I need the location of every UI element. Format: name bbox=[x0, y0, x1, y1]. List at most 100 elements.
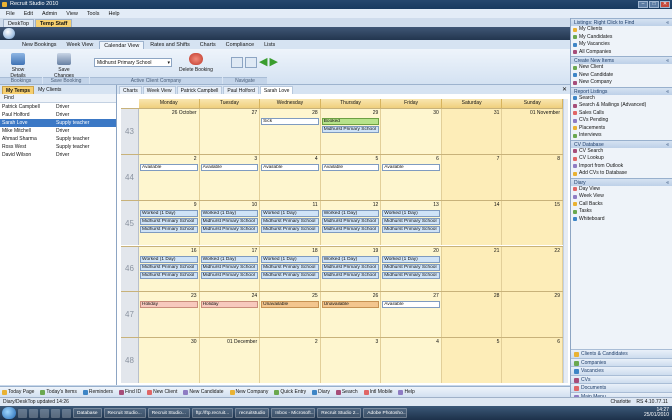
section-header-listings-right-click-to-find[interactable]: Listings: Right Click to Find « bbox=[571, 18, 672, 26]
section-header-create-new-items[interactable]: Create New Items « bbox=[571, 56, 672, 64]
temp-row[interactable]: Patrick Campbell Driver bbox=[0, 103, 116, 111]
minimize-button[interactable]: – bbox=[638, 1, 648, 8]
toolbar-intl-mobile[interactable]: Intl Mobile bbox=[363, 389, 392, 395]
nav-item-search[interactable]: Search bbox=[571, 95, 672, 103]
taskbar-item-recruit-studio[interactable]: Recruit Studio... bbox=[103, 408, 146, 418]
day-cell[interactable]: 24 Holiday bbox=[199, 292, 261, 338]
day-cell[interactable]: 01 November bbox=[502, 109, 563, 154]
day-cell[interactable]: 29 bbox=[502, 292, 563, 338]
find-bar[interactable]: Find bbox=[0, 94, 116, 103]
day-cell[interactable]: 01 December bbox=[199, 338, 261, 383]
quicklaunch-icon[interactable] bbox=[18, 408, 27, 418]
nav-item-sales-calls[interactable]: Sales Calls bbox=[571, 110, 672, 118]
day-cell[interactable]: 18 Worked (1 Day) Midhurst Primary School M… bbox=[260, 246, 321, 292]
menu-tools[interactable]: Tools bbox=[87, 11, 100, 17]
quicklaunch-icon[interactable] bbox=[51, 408, 60, 418]
day-cell[interactable]: 30 bbox=[139, 338, 200, 383]
day-cell[interactable]: 4 Available bbox=[260, 154, 321, 200]
nav-item-new-candidate[interactable]: New Candidate bbox=[571, 72, 672, 80]
calendar-event[interactable]: Midhurst Primary School bbox=[382, 217, 440, 225]
toolbar-new-client[interactable]: New Client bbox=[147, 389, 177, 395]
calendar-scrollbar[interactable] bbox=[563, 99, 568, 383]
tab-my-clients[interactable]: My Clients bbox=[35, 86, 64, 94]
nav-item-interviews[interactable]: Interviews bbox=[571, 132, 672, 140]
day-cell[interactable]: 19 Worked (1 Day) Midhurst Primary School M… bbox=[320, 246, 382, 292]
day-cell[interactable]: 28 Sick bbox=[260, 109, 321, 154]
day-cell[interactable]: 26 Unavailable bbox=[320, 292, 382, 338]
calendar-event[interactable]: Worked (1 Day) bbox=[200, 209, 259, 217]
taskbar-item-recruit-studio-2[interactable]: Recruit Studio 2... bbox=[317, 408, 362, 418]
day-cell[interactable]: 16 Worked (1 Day) Midhurst Primary School M… bbox=[139, 246, 200, 292]
day-cell[interactable]: 15 bbox=[502, 200, 563, 246]
calendar-icon[interactable] bbox=[231, 57, 243, 68]
section-header-cv-database[interactable]: CV Database « bbox=[571, 139, 672, 148]
nav-button-vacancies[interactable]: Vacancies bbox=[571, 366, 672, 375]
day-cell[interactable]: 6 Available bbox=[381, 154, 442, 200]
calendar-event[interactable]: Midhurst Primary School bbox=[382, 271, 440, 279]
calendar-event[interactable]: Unavailable bbox=[321, 301, 380, 309]
calendar-event[interactable]: Midhurst Primary School bbox=[140, 217, 198, 225]
calendar-event[interactable]: Worked (1 Day) bbox=[140, 255, 198, 263]
quicklaunch-icon[interactable] bbox=[62, 408, 71, 418]
nav-item-all-companies[interactable]: All Companies bbox=[571, 49, 672, 57]
calendar-event[interactable]: Midhurst Primary School bbox=[200, 263, 259, 271]
menu-view[interactable]: View bbox=[66, 11, 78, 17]
calendar-event[interactable]: Worked (1 Day) bbox=[200, 255, 259, 263]
calendar-event[interactable]: Available bbox=[200, 163, 259, 171]
nav-button-cvs[interactable]: CVs bbox=[571, 374, 672, 383]
day-cell[interactable]: 12 Worked (1 Day) Midhurst Primary School M… bbox=[320, 200, 382, 246]
calendar-event[interactable]: Worked (1 Day) bbox=[321, 209, 380, 217]
day-cell[interactable]: 20 Worked (1 Day) Midhurst Primary School M… bbox=[381, 246, 442, 292]
close-button[interactable]: ✕ bbox=[660, 1, 670, 8]
calendar-event[interactable]: Worked (1 Day) bbox=[382, 209, 440, 217]
calendar-event[interactable]: Booked bbox=[321, 118, 380, 125]
previous-arrow-icon[interactable]: ◀ bbox=[259, 57, 267, 68]
toolbar-new-company[interactable]: New Company bbox=[229, 389, 268, 395]
ribbon-tab-week-view[interactable]: Week View bbox=[62, 41, 97, 49]
calendar-tab-week-view[interactable]: Week View bbox=[142, 86, 176, 94]
calendar-event[interactable]: Midhurst Primary School bbox=[321, 271, 380, 279]
day-cell[interactable]: 4 bbox=[381, 338, 442, 383]
calendar-event[interactable]: Midhurst Primary School bbox=[140, 225, 198, 233]
nav-button-companies[interactable]: Companies bbox=[571, 357, 672, 366]
toolbar-help[interactable]: Help bbox=[398, 389, 415, 395]
calendar-event[interactable]: Available bbox=[140, 163, 198, 171]
nav-item-week-view[interactable]: Week View bbox=[571, 193, 672, 201]
toolbar-find-id[interactable]: Find ID bbox=[119, 389, 141, 395]
client-select[interactable]: Midhurst Primary School ▾ bbox=[94, 58, 172, 67]
temp-row[interactable]: Ross West Supply teacher bbox=[0, 143, 116, 151]
day-cell[interactable]: 3 Available bbox=[199, 154, 261, 200]
day-cell[interactable]: 23 Holiday bbox=[139, 292, 200, 338]
calendar-event[interactable]: Midhurst Primary School bbox=[321, 217, 380, 225]
calendar-event[interactable]: Holiday bbox=[140, 301, 198, 309]
day-cell[interactable]: 6 bbox=[502, 338, 563, 383]
day-cell[interactable]: 11 Worked (1 Day) Midhurst Primary School M… bbox=[260, 200, 321, 246]
taskbar-item-recruitstudio[interactable]: recruitstudio bbox=[235, 408, 270, 418]
calendar-event[interactable]: Midhurst Primary School bbox=[140, 263, 198, 271]
temp-row[interactable]: Ahmad Sharma Supply teacher bbox=[0, 135, 116, 143]
nav-item-day-view[interactable]: Day View bbox=[571, 186, 672, 194]
calendar-event[interactable]: Worked (1 Day) bbox=[140, 209, 198, 217]
menu-edit[interactable]: Edit bbox=[24, 11, 33, 17]
nav-item-my-vacancies[interactable]: My Vacancies bbox=[571, 41, 672, 49]
nav-item-new-company[interactable]: New Company bbox=[571, 79, 672, 87]
doc-tab-temp-staff[interactable]: Temp Staff bbox=[34, 19, 73, 27]
toolbar-reminders[interactable]: Reminders bbox=[82, 389, 113, 395]
next-arrow-icon[interactable]: ▶ bbox=[269, 57, 277, 68]
calendar-event[interactable]: Available bbox=[382, 163, 440, 171]
day-cell[interactable]: 31 bbox=[441, 109, 503, 154]
toolbar-today-page[interactable]: Today Page bbox=[2, 389, 34, 395]
nav-item-cv-lookup[interactable]: CV Lookup bbox=[571, 155, 672, 163]
day-cell[interactable]: 2 Available bbox=[139, 154, 200, 200]
calendar-event[interactable]: Midhurst Primary School bbox=[321, 126, 380, 133]
calendar-event[interactable]: Midhurst Primary School bbox=[321, 263, 380, 271]
ribbon-tab-rates-and-shifts[interactable]: Rates and Shifts bbox=[146, 41, 194, 49]
calendar-event[interactable]: Worked (1 Day) bbox=[382, 255, 440, 263]
nav-item-call-backs[interactable]: Call Backs bbox=[571, 201, 672, 209]
calendar-event[interactable]: Midhurst Primary School bbox=[261, 217, 319, 225]
calendar-tab-patrick-campbell[interactable]: Patrick Campbell bbox=[176, 86, 223, 94]
app-orb-button[interactable] bbox=[3, 28, 15, 39]
nav-item-add-cvs-to-database[interactable]: Add CVs to Database bbox=[571, 170, 672, 178]
calendar-event[interactable]: Worked (1 Day) bbox=[261, 209, 319, 217]
ribbon-tab-new-bookings[interactable]: New Bookings bbox=[18, 41, 60, 49]
